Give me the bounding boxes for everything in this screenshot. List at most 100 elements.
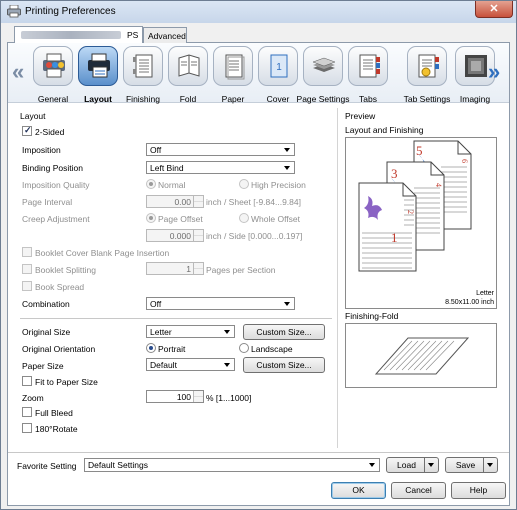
imposition-select[interactable]: Off — [146, 143, 295, 156]
book-spread-checkbox[interactable] — [22, 281, 32, 291]
page-number-2: 2 — [406, 210, 415, 214]
ok-button[interactable]: OK — [331, 482, 386, 499]
page-interval-spinner[interactable]: 0.00 — [146, 195, 204, 208]
creep-whole-offset-radio[interactable] — [239, 213, 249, 223]
binding-position-select[interactable]: Left Bind — [146, 161, 295, 174]
book-spread-label: Book Spread — [35, 282, 85, 292]
favorite-setting-label: Favorite Setting — [17, 461, 77, 471]
booklet-splitting-spinner[interactable]: 1 — [146, 262, 204, 275]
title-bar: Printing Preferences ✕ — [1, 1, 516, 23]
quality-normal-label: Normal — [158, 180, 186, 190]
printer-icon — [7, 5, 21, 18]
feature-imaging-label: Imaging — [459, 94, 491, 104]
original-custom-size-button[interactable]: Custom Size... — [243, 324, 325, 340]
quality-normal-radio[interactable] — [146, 179, 156, 189]
tab-printer-label: PS — [127, 30, 139, 40]
cancel-button[interactable]: Cancel — [391, 482, 446, 499]
feature-tabs-label: Tabs — [359, 94, 377, 104]
rotate-180-checkbox[interactable] — [22, 423, 32, 433]
combination-label: Combination — [22, 299, 70, 309]
imaging-icon — [465, 55, 487, 77]
load-button-label: Load — [397, 460, 416, 470]
creep-page-offset-label: Page Offset — [158, 214, 203, 224]
fit-to-paper-checkbox[interactable] — [22, 376, 32, 386]
page-number-4: 4 — [434, 183, 443, 187]
creep-adjustment-label: Creep Adjustment — [22, 214, 90, 224]
creep-whole-offset-label: Whole Offset — [251, 214, 300, 224]
page-settings-icon — [312, 57, 336, 72]
preview-group-label: Preview — [345, 111, 376, 121]
booklet-preview-image: 1 2 3 4 5 6 Letter 8.50x11.00 inch — [358, 140, 495, 306]
page-number-3: 3 — [391, 166, 398, 181]
page-number-1: 1 — [391, 230, 398, 245]
load-dropdown-icon[interactable] — [424, 458, 438, 472]
svg-text:1: 1 — [276, 62, 282, 73]
tab-settings-icon — [418, 54, 439, 78]
zoom-label: Zoom — [22, 393, 44, 403]
paper-icon — [225, 54, 245, 80]
save-dropdown-icon[interactable] — [483, 458, 497, 472]
binding-position-label: Binding Position — [22, 163, 83, 173]
zoom-spinner[interactable]: 100 — [146, 390, 204, 403]
page-interval-label: Page Interval — [22, 197, 73, 207]
group-separator — [337, 108, 338, 448]
favorite-setting-select[interactable]: Default Settings — [84, 458, 380, 472]
booklet-splitting-checkbox[interactable] — [22, 264, 32, 274]
rotate-180-label: 180°Rotate — [35, 424, 78, 434]
original-orientation-label: Original Orientation — [22, 344, 96, 354]
booklet-splitting-label: Booklet Splitting — [35, 265, 96, 275]
fold-preview-image — [374, 337, 470, 375]
save-button-label: Save — [455, 460, 476, 470]
feature-icon-band: « General Layout Finishing Fold Paper 1 … — [8, 43, 509, 104]
portrait-label: Portrait — [158, 344, 186, 354]
landscape-radio[interactable] — [239, 343, 249, 353]
page-number-6: 6 — [460, 159, 469, 163]
printer-name-redacted — [21, 31, 121, 39]
tab-printer[interactable]: PS — [14, 26, 143, 44]
layout-finishing-label: Layout and Finishing — [345, 125, 424, 135]
paper-size-select[interactable]: Default — [146, 358, 235, 371]
quality-high-radio[interactable] — [239, 179, 249, 189]
creep-unit: inch / Side [0.000...0.197] — [206, 231, 303, 241]
load-button[interactable]: Load — [386, 457, 439, 473]
tab-advanced[interactable]: Advanced — [143, 27, 187, 43]
close-button[interactable]: ✕ — [475, 1, 513, 18]
scroll-right-icon[interactable]: » — [488, 59, 500, 85]
imposition-quality-label: Imposition Quality — [22, 180, 90, 190]
page-interval-unit: inch / Sheet [-9.84...9.84] — [206, 197, 301, 207]
finishing-fold-label: Finishing-Fold — [345, 311, 399, 321]
original-size-select[interactable]: Letter — [146, 325, 235, 338]
section-divider — [20, 318, 332, 319]
full-bleed-checkbox[interactable] — [22, 407, 32, 417]
preview-paper-dims: 8.50x11.00 inch — [445, 299, 494, 306]
two-sided-checkbox[interactable] — [22, 125, 32, 136]
paper-size-label: Paper Size — [22, 361, 64, 371]
layout-icon — [88, 53, 110, 78]
page-number-5: 5 — [416, 143, 423, 158]
page-front — [358, 182, 417, 272]
fold-icon — [178, 54, 200, 77]
booklet-cover-checkbox[interactable] — [22, 247, 32, 257]
fit-to-paper-label: Fit to Paper Size — [35, 377, 98, 387]
booklet-splitting-unit: Pages per Section — [206, 265, 276, 275]
landscape-label: Landscape — [251, 344, 293, 354]
portrait-radio[interactable] — [146, 343, 156, 353]
full-bleed-label: Full Bleed — [35, 408, 73, 418]
save-button[interactable]: Save — [445, 457, 498, 473]
booklet-cover-label: Booklet Cover Blank Page Insertion — [35, 248, 170, 258]
scroll-left-icon[interactable]: « — [12, 59, 24, 85]
finishing-icon — [133, 54, 153, 78]
creep-value-spinner[interactable]: 0.000 — [146, 229, 204, 242]
imposition-label: Imposition — [22, 145, 61, 155]
feature-tabs[interactable]: Tabs — [346, 46, 390, 104]
layout-preview: 1 2 3 4 5 6 Letter 8.50x11.00 inch — [345, 137, 497, 309]
combination-select[interactable]: Off — [146, 297, 295, 310]
cover-icon: 1 — [270, 54, 288, 78]
quality-high-label: High Precision — [251, 180, 306, 190]
layout-group-label: Layout — [20, 111, 46, 121]
two-sided-label: 2-Sided — [35, 127, 65, 137]
creep-page-offset-radio[interactable] — [146, 213, 156, 223]
help-button[interactable]: Help — [451, 482, 506, 499]
preview-paper-name: Letter — [476, 290, 495, 297]
paper-custom-size-button[interactable]: Custom Size... — [243, 357, 325, 373]
